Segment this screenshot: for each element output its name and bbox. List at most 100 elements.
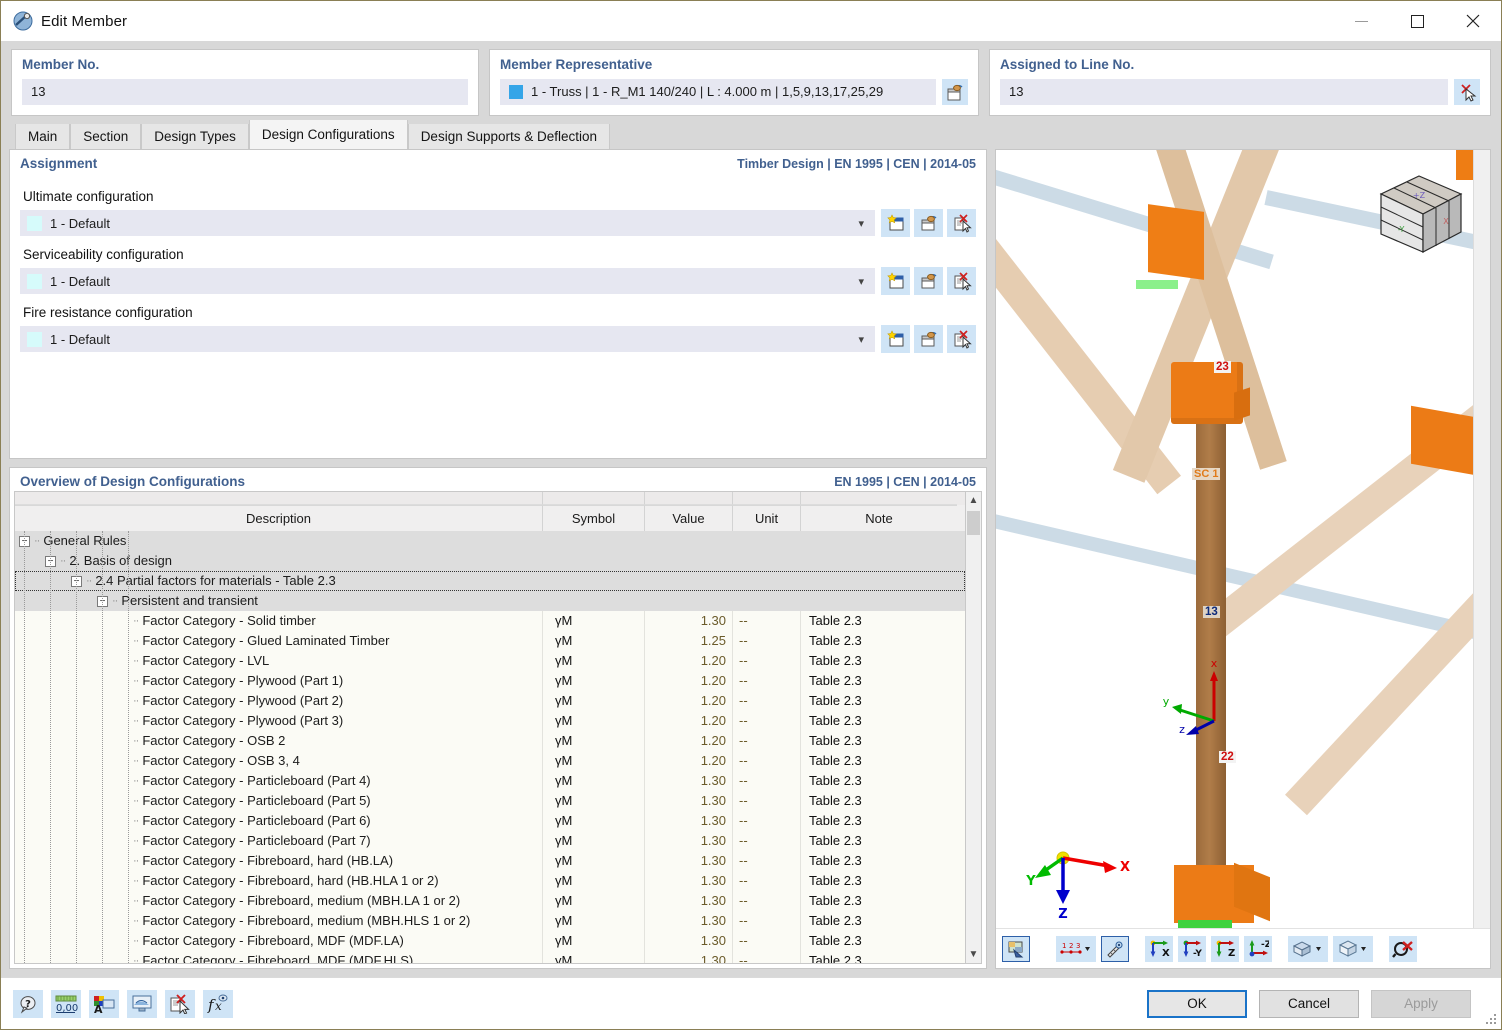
tree-group-row[interactable]: − ·· General Rules xyxy=(15,531,965,551)
chevron-down-icon[interactable]: ▾ xyxy=(858,275,868,288)
table-row[interactable]: ·· Factor Category - Particleboard (Part … xyxy=(15,771,965,791)
delete-configuration-icon[interactable] xyxy=(947,325,976,353)
tab-design-supports-deflection[interactable]: Design Supports & Deflection xyxy=(407,124,611,149)
pick-representative-icon[interactable] xyxy=(942,79,968,105)
delete-configuration-icon[interactable] xyxy=(947,209,976,237)
row-value[interactable]: 1.30 xyxy=(645,831,733,851)
row-value[interactable]: 1.20 xyxy=(645,711,733,731)
row-value[interactable]: 1.20 xyxy=(645,671,733,691)
close-icon[interactable] xyxy=(1445,1,1501,41)
help-icon[interactable]: ? xyxy=(13,989,43,1018)
table-row[interactable]: ·· Factor Category - LVL γM 1.20 -- Table 2.3 xyxy=(15,651,965,671)
fire-resistance-configuration-select[interactable]: 1 - Default ▾ xyxy=(20,326,875,352)
row-value[interactable]: 1.20 xyxy=(645,651,733,671)
table-row[interactable]: ·· Factor Category - Fibreboard, MDF (MDF… xyxy=(15,951,965,963)
render-settings-icon[interactable] xyxy=(127,989,157,1018)
deselect-icon[interactable] xyxy=(1454,79,1480,105)
table-row[interactable]: ·· Factor Category - Fibreboard, hard (HB… xyxy=(15,851,965,871)
scrollbar-thumb[interactable] xyxy=(967,511,980,535)
chevron-down-icon[interactable]: ▾ xyxy=(858,333,868,346)
edit-configuration-icon[interactable] xyxy=(914,267,943,295)
row-value[interactable]: 1.20 xyxy=(645,731,733,751)
deselect-icon[interactable] xyxy=(165,989,195,1018)
cancel-button[interactable]: Cancel xyxy=(1259,989,1359,1018)
edit-configuration-icon[interactable] xyxy=(914,209,943,237)
row-value[interactable]: 1.20 xyxy=(645,691,733,711)
row-value[interactable]: 1.25 xyxy=(645,631,733,651)
column-header-value[interactable]: Value xyxy=(645,505,733,531)
render-mode-icon[interactable] xyxy=(1002,935,1030,962)
row-value[interactable]: 1.30 xyxy=(645,891,733,911)
row-value[interactable]: 1.20 xyxy=(645,751,733,771)
row-value[interactable]: 1.30 xyxy=(645,931,733,951)
viewport-scrollbar[interactable] xyxy=(1473,150,1490,928)
row-value[interactable]: 1.30 xyxy=(645,791,733,811)
collapse-icon[interactable]: − xyxy=(19,535,30,547)
assigned-line-field[interactable]: 13 xyxy=(1000,79,1448,105)
ok-button[interactable]: OK xyxy=(1147,989,1247,1018)
display-mode-icon[interactable] xyxy=(1288,935,1328,962)
tree-group-row[interactable]: − ·· 2. Basis of design xyxy=(15,551,965,571)
model-viewport[interactable]: +Z -Y X x y z 23 22 13 SC 1 X Y Z 1 2 3 … xyxy=(995,149,1491,969)
table-row[interactable]: ·· Factor Category - Fibreboard, hard (HB… xyxy=(15,871,965,891)
view-in-x-icon[interactable]: X xyxy=(1145,935,1173,962)
maximize-icon[interactable] xyxy=(1389,1,1445,41)
scroll-down-icon[interactable]: ▼ xyxy=(965,946,982,963)
column-header-description[interactable]: Description xyxy=(15,505,543,531)
table-row[interactable]: ·· Factor Category - Plywood (Part 1) γM 1.… xyxy=(15,671,965,691)
table-row[interactable]: ·· Factor Category - Plywood (Part 3) γM 1.… xyxy=(15,711,965,731)
new-configuration-icon[interactable] xyxy=(881,267,910,295)
new-configuration-icon[interactable] xyxy=(881,209,910,237)
minimize-icon[interactable] xyxy=(1333,1,1389,41)
table-row[interactable]: ·· Factor Category - Solid timber γM 1.30 --… xyxy=(15,611,965,631)
model-canvas[interactable]: +Z -Y X x y z 23 22 13 SC 1 X Y Z xyxy=(996,150,1473,928)
table-row[interactable]: ·· Factor Category - Particleboard (Part … xyxy=(15,811,965,831)
table-vertical-scrollbar[interactable]: ▲ ▼ xyxy=(965,491,982,964)
table-row[interactable]: ·· Factor Category - Particleboard (Part … xyxy=(15,791,965,811)
table-row[interactable]: ·· Factor Category - Fibreboard, medium (… xyxy=(15,911,965,931)
tree-group-row[interactable]: − ·· 2.4 Partial factors for materials - T… xyxy=(15,571,965,591)
edit-configuration-icon[interactable] xyxy=(914,325,943,353)
chevron-down-icon[interactable]: ▾ xyxy=(858,217,868,230)
collapse-icon[interactable]: − xyxy=(71,575,82,587)
column-header-unit[interactable]: Unit xyxy=(733,505,801,531)
row-value[interactable]: 1.30 xyxy=(645,911,733,931)
isometric-view-icon[interactable]: -Z xyxy=(1244,935,1272,962)
wireframe-icon[interactable] xyxy=(1333,935,1373,962)
table-row[interactable]: ·· Factor Category - Glued Laminated Timb… xyxy=(15,631,965,651)
row-value[interactable]: 1.30 xyxy=(645,611,733,631)
table-row[interactable]: ·· Factor Category - OSB 3, 4 γM 1.20 -- Tabl… xyxy=(15,751,965,771)
table-row[interactable]: ·· Factor Category - Plywood (Part 2) γM 1.… xyxy=(15,691,965,711)
row-value[interactable]: 1.30 xyxy=(645,851,733,871)
resize-grip[interactable] xyxy=(1486,1014,1498,1026)
new-configuration-icon[interactable] xyxy=(881,325,910,353)
column-header-note[interactable]: Note xyxy=(801,505,957,531)
column-header-symbol[interactable]: Symbol xyxy=(543,505,645,531)
table-row[interactable]: ·· Factor Category - Particleboard (Part … xyxy=(15,831,965,851)
decimal-places-icon[interactable]: 0,00 xyxy=(51,989,81,1018)
reset-view-icon[interactable] xyxy=(1389,935,1417,962)
delete-configuration-icon[interactable] xyxy=(947,267,976,295)
member-representative-field[interactable]: 1 - Truss | 1 - R_M1 140/240 | L : 4.000… xyxy=(500,79,936,105)
row-value[interactable]: 1.30 xyxy=(645,951,733,963)
row-value[interactable]: 1.30 xyxy=(645,811,733,831)
display-properties-icon[interactable]: A xyxy=(89,989,119,1018)
tab-design-configurations[interactable]: Design Configurations xyxy=(248,120,408,149)
tab-design-types[interactable]: Design Types xyxy=(141,124,249,149)
collapse-icon[interactable]: − xyxy=(45,555,56,567)
formula-icon[interactable]: f x xyxy=(203,989,233,1018)
tree-group-row[interactable]: − ·· Persistent and transient xyxy=(15,591,965,611)
tab-main[interactable]: Main xyxy=(15,124,71,149)
row-value[interactable]: 1.30 xyxy=(645,871,733,891)
table-row[interactable]: ·· Factor Category - Fibreboard, medium (… xyxy=(15,891,965,911)
member-no-field[interactable]: 13 xyxy=(22,79,468,105)
table-row[interactable]: ·· Factor Category - Fibreboard, MDF (MDF… xyxy=(15,931,965,951)
numbering-icon[interactable]: 1 2 3 xyxy=(1056,935,1096,962)
tab-section[interactable]: Section xyxy=(70,124,142,149)
view-in-z-icon[interactable]: Z xyxy=(1211,935,1239,962)
ultimate-configuration-select[interactable]: 1 - Default ▾ xyxy=(20,210,875,236)
view-dimensions-icon[interactable] xyxy=(1101,935,1129,962)
view-in-negative-y-icon[interactable]: -Y xyxy=(1178,935,1206,962)
table-row[interactable]: ·· Factor Category - OSB 2 γM 1.20 -- Table 2… xyxy=(15,731,965,751)
scroll-up-icon[interactable]: ▲ xyxy=(965,492,982,509)
